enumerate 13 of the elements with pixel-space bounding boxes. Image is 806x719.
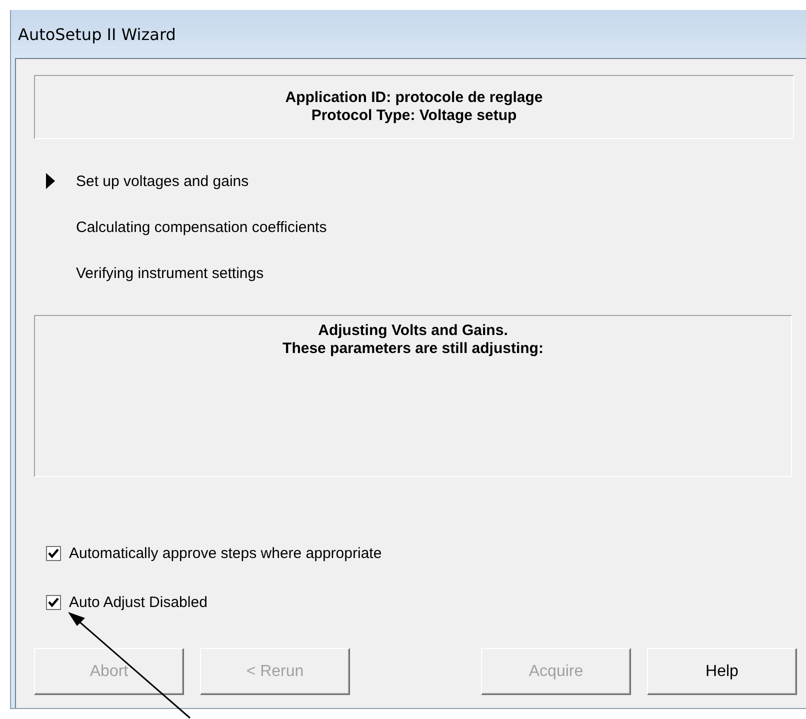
step-label: Verifying instrument settings <box>76 264 264 282</box>
window-title: AutoSetup II Wizard <box>18 24 176 44</box>
step-label: Set up voltages and gains <box>76 172 249 190</box>
step-label: Calculating compensation coefficients <box>76 218 327 236</box>
info-text: Protocol Type: Voltage setup <box>311 107 517 125</box>
checkbox-label: Auto Adjust Disabled <box>69 594 208 611</box>
dialog-button[interactable]: Help <box>647 648 797 695</box>
checkbox[interactable] <box>46 546 61 561</box>
status-text: Adjusting Volts and Gains. <box>318 322 508 340</box>
checkbox-label: Automatically approve steps where appropriate <box>69 545 382 562</box>
checkbox[interactable] <box>46 595 61 610</box>
status-text: These parameters are still adjusting: <box>282 340 544 358</box>
info-text: Application ID: protocole de reglage <box>285 89 543 107</box>
